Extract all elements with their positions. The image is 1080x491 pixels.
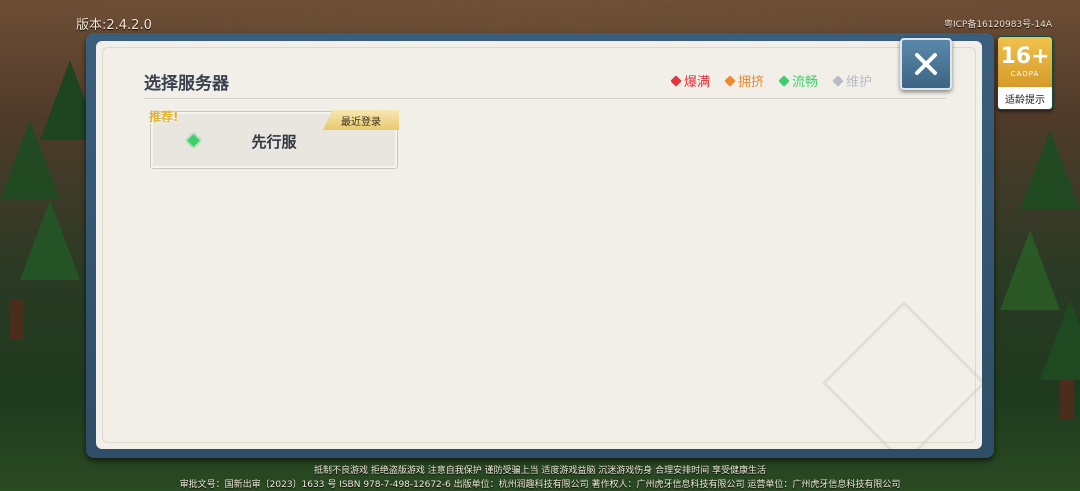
tree-decor [20,200,80,280]
tree-decor [1040,300,1080,380]
server-select-dialog: 选择服务器 爆满 拥挤 流畅 维护 推荐! 最近登录 先行服 [86,33,994,458]
icp-label: 粤ICP备16120983号-14A [943,20,1052,30]
status-legend: 爆满 拥挤 流畅 维护 [670,71,872,90]
close-icon [915,53,937,75]
status-maintenance-icon [832,74,844,87]
legend-label: 爆满 [683,75,710,90]
legend-label: 流畅 [791,75,818,90]
tree-decor [1000,230,1060,310]
legend-item-smooth: 流畅 [778,71,818,90]
trunk-decor [10,300,24,340]
recent-login-tag: 最近登录 [323,110,399,130]
version-label: 版本:2.4.2.0 [76,18,152,33]
tree-decor [1020,130,1080,210]
status-smooth-icon [778,74,790,87]
server-name: 先行服 [251,133,297,151]
health-notice: 抵制不良游戏 拒绝盗版游戏 注意自我保护 谨防受骗上当 适度游戏益脑 沉迷游戏伤… [313,466,767,476]
status-full-icon [670,74,682,87]
dialog-title: 选择服务器 [144,74,229,94]
age-rating-top: 16+ CADPA [998,37,1052,87]
title-divider [144,98,946,99]
publication-info: 审批文号：国新出审〔2023〕1633 号 ISBN 978-7-498-126… [179,480,901,490]
legend-item-full: 爆满 [670,71,710,90]
legend-label: 维护 [845,75,872,90]
recommend-badge: 推荐! [149,110,179,124]
legend-item-crowded: 拥挤 [724,71,764,90]
age-rating-number: 16+ [1000,44,1050,69]
server-card-xianxingfu[interactable]: 推荐! 最近登录 先行服 [149,110,399,169]
status-crowded-icon [724,74,736,87]
age-rating-org: CADPA [1010,70,1040,78]
trunk-decor [1060,380,1074,420]
dialog-panel: 选择服务器 爆满 拥挤 流畅 维护 推荐! 最近登录 先行服 [96,41,982,449]
legend-label: 拥挤 [737,75,764,90]
close-button[interactable] [900,38,952,90]
age-rating-badge[interactable]: 16+ CADPA 适龄提示 [997,36,1053,110]
age-rating-label: 适龄提示 [998,87,1052,109]
compass-watermark-icon [821,300,982,449]
legend-item-maintenance: 维护 [832,71,872,90]
